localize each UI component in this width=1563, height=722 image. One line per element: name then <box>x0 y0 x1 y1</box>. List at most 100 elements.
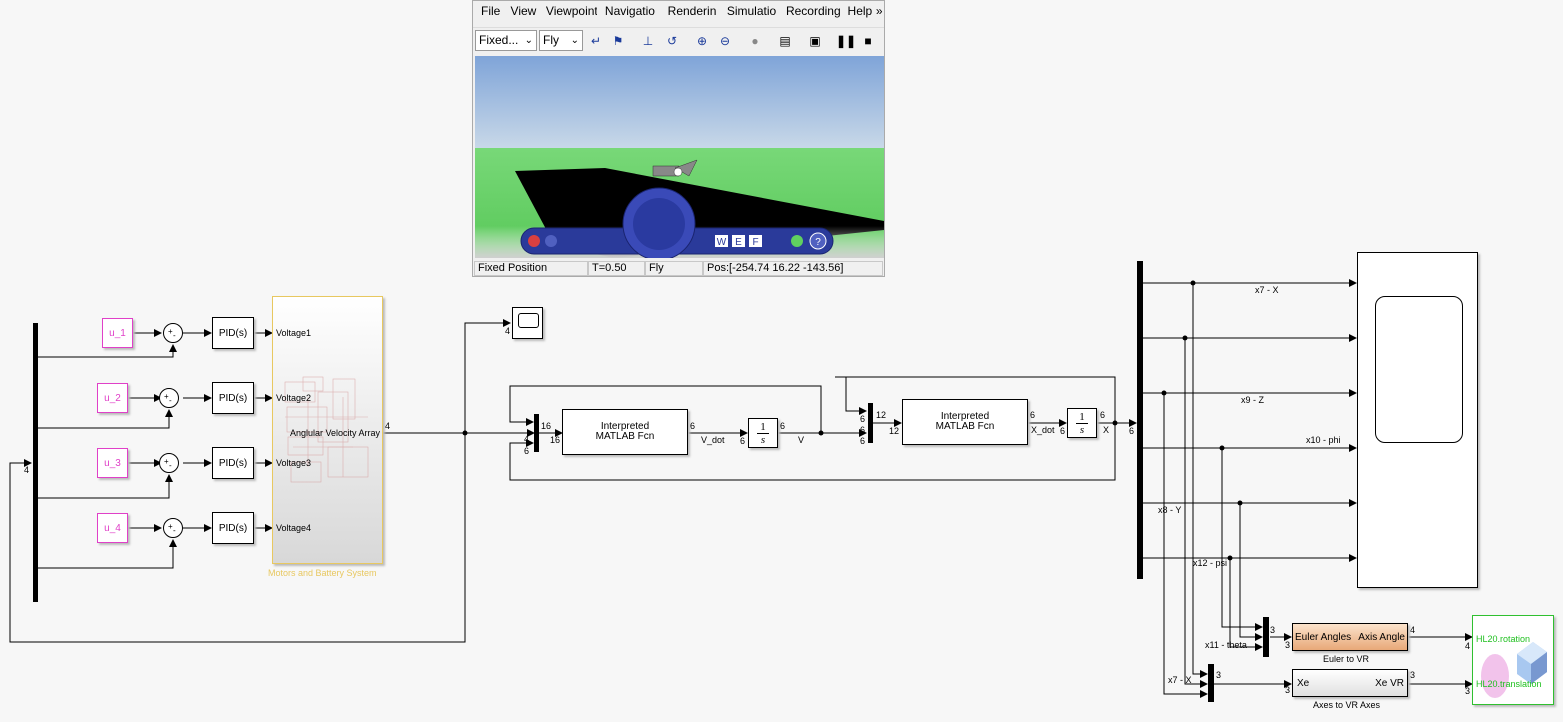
motors-subsystem-caption: Motors and Battery System <box>268 568 377 578</box>
xe-port-label: Xe <box>1297 678 1310 689</box>
camera-icon[interactable]: ▣ <box>806 32 824 50</box>
dim-label: 6 <box>860 425 866 435</box>
menu-recording[interactable]: Recording <box>778 4 840 24</box>
undo-move-icon[interactable]: ↺ <box>663 32 681 50</box>
nav-w-button[interactable]: W <box>717 237 727 248</box>
pause-icon[interactable]: ❚❚ <box>836 32 856 50</box>
step-label: u_2 <box>104 392 121 404</box>
motors-subsystem-block[interactable]: Voltage1 Voltage2 Voltage3 Voltage4 Angl… <box>272 296 383 564</box>
menu-viewpoint[interactable]: Viewpoint <box>538 4 597 24</box>
menu-view[interactable]: View <box>503 4 538 24</box>
fcn-label-line2: MATLAB Fcn <box>935 421 995 432</box>
voltage4-port-label: Voltage4 <box>276 523 312 533</box>
dim-label: 6 <box>690 421 696 431</box>
straighten-up-icon[interactable]: ⊥ <box>639 32 657 50</box>
return-viewpoint-icon[interactable]: ↵ <box>587 32 605 50</box>
flag-icon[interactable]: ⚑ <box>609 32 627 50</box>
pid-label: PID(s) <box>218 522 248 534</box>
signal-label-x10: x10 - phi <box>1306 435 1341 445</box>
pid-block-1[interactable]: PID(s) <box>212 317 254 349</box>
record-icon[interactable]: ● <box>746 32 764 50</box>
dim-label: 12 <box>876 410 887 420</box>
signal-label-x7: x7 - X <box>1255 285 1279 295</box>
vr-status-bar: Fixed Position T=0.50 Fly Pos:[-254.74 1… <box>473 260 884 277</box>
dim-label: 3 <box>1270 625 1276 635</box>
signal-label-v: V <box>798 435 805 445</box>
small-scope-block[interactable] <box>512 307 543 339</box>
document-icon[interactable]: ▤ <box>776 32 794 50</box>
zoom-in-icon[interactable]: ⊕ <box>693 32 711 50</box>
nav-mode-combo[interactable]: Fly ⌄ <box>539 30 583 51</box>
step-label: u_4 <box>104 522 121 534</box>
dim-label: 3 <box>1465 686 1471 696</box>
matlab-fcn-block-2[interactable]: Interpreted MATLAB Fcn <box>902 399 1028 445</box>
vr-translation-port-label: HL20.translation <box>1476 679 1542 689</box>
vr-viewer-window[interactable]: File View Viewpoint Navigatio Renderin S… <box>472 0 885 277</box>
pid-block-4[interactable]: PID(s) <box>212 512 254 544</box>
nav-f-button[interactable]: F <box>752 237 758 248</box>
dim-label: 3 <box>1216 670 1222 680</box>
status-time: T=0.50 <box>588 261 645 276</box>
menu-navigation[interactable]: Navigatio <box>597 4 660 24</box>
dim-label: 3 <box>1285 685 1291 695</box>
axes-to-vr-block[interactable]: Xe Xe VR <box>1292 669 1408 697</box>
signal-label-x: X <box>1103 425 1110 435</box>
status-mode: Fly <box>645 261 703 276</box>
signal-label-x8: x8 - Y <box>1158 505 1182 515</box>
menu-file[interactable]: File <box>473 4 503 24</box>
dim-label: 4 <box>24 465 30 475</box>
menu-rendering[interactable]: Renderin <box>660 4 719 24</box>
viewpoint-combo[interactable]: Fixed... ⌄ <box>475 30 537 51</box>
signal-label-x7-b: x7 - X <box>1168 675 1192 685</box>
vr-scene-viewport[interactable]: W E F ? <box>475 56 884 258</box>
dim-label: 6 <box>1030 410 1036 420</box>
dim-label: 3 <box>1410 670 1416 680</box>
pid-block-3[interactable]: PID(s) <box>212 447 254 479</box>
zoom-out-icon[interactable]: ⊖ <box>716 32 734 50</box>
chevron-down-icon: ⌄ <box>524 35 533 46</box>
signal-label-x9: x9 - Z <box>1241 395 1265 405</box>
sum-block-3[interactable]: + - <box>159 453 179 473</box>
large-scope-block[interactable] <box>1357 252 1478 588</box>
dim-label: 6 <box>860 436 866 446</box>
menu-overflow-chevron-icon[interactable]: » <box>874 4 884 24</box>
integrator-denominator: s <box>1079 424 1085 436</box>
matlab-fcn-block-1[interactable]: Interpreted MATLAB Fcn <box>562 409 688 455</box>
chevron-down-icon: ⌄ <box>570 35 579 46</box>
pid-block-2[interactable]: PID(s) <box>212 382 254 414</box>
step-block-u1[interactable]: u_1 <box>102 318 133 348</box>
sum-block-4[interactable]: + - <box>163 518 183 538</box>
integrator-block-v[interactable]: 1 s <box>748 418 778 448</box>
vr-sink-block[interactable]: HL20.rotation HL20.translation <box>1472 615 1554 705</box>
step-block-u3[interactable]: u_3 <box>97 448 128 478</box>
integrator-numerator: 1 <box>757 421 769 434</box>
sum-block-1[interactable]: + - <box>163 323 183 343</box>
xe-vr-port-label: Xe VR <box>1375 678 1404 689</box>
dim-label: 6 <box>780 421 786 431</box>
dim-label: 4 <box>385 421 391 431</box>
integrator-denominator: s <box>760 434 766 446</box>
axis-angle-port-label: Axis Angle <box>1358 632 1405 643</box>
menu-simulation[interactable]: Simulatio <box>719 4 778 24</box>
step-block-u4[interactable]: u_4 <box>97 513 128 543</box>
nav-e-button[interactable]: E <box>735 237 742 248</box>
fcn-label-line2: MATLAB Fcn <box>595 431 655 442</box>
nav-mode-combo-value: Fly <box>543 33 559 47</box>
signal-label-x11: x11 - theta <box>1205 640 1247 650</box>
integrator-block-x[interactable]: 1 s <box>1067 408 1097 438</box>
step-block-u2[interactable]: u_2 <box>97 383 128 413</box>
vr-rotation-port-label: HL20.rotation <box>1476 634 1531 644</box>
stop-icon[interactable]: ■ <box>859 32 877 50</box>
status-viewpoint: Fixed Position <box>474 261 588 276</box>
viewpoint-combo-value: Fixed... <box>479 33 519 47</box>
menu-help[interactable]: Help <box>840 4 874 24</box>
dim-label: 16 <box>541 421 552 431</box>
dim-label: 6 <box>860 414 866 424</box>
signal-label-v-dot: V_dot <box>701 435 725 445</box>
dim-label: 6 <box>1129 426 1135 436</box>
euler-to-vr-block[interactable]: Euler Angles Axis Angle <box>1292 623 1408 651</box>
dim-label: 4 <box>505 326 511 336</box>
sum-block-2[interactable]: + - <box>159 388 179 408</box>
voltage2-port-label: Voltage2 <box>276 393 312 403</box>
headlight-icon <box>791 235 803 247</box>
